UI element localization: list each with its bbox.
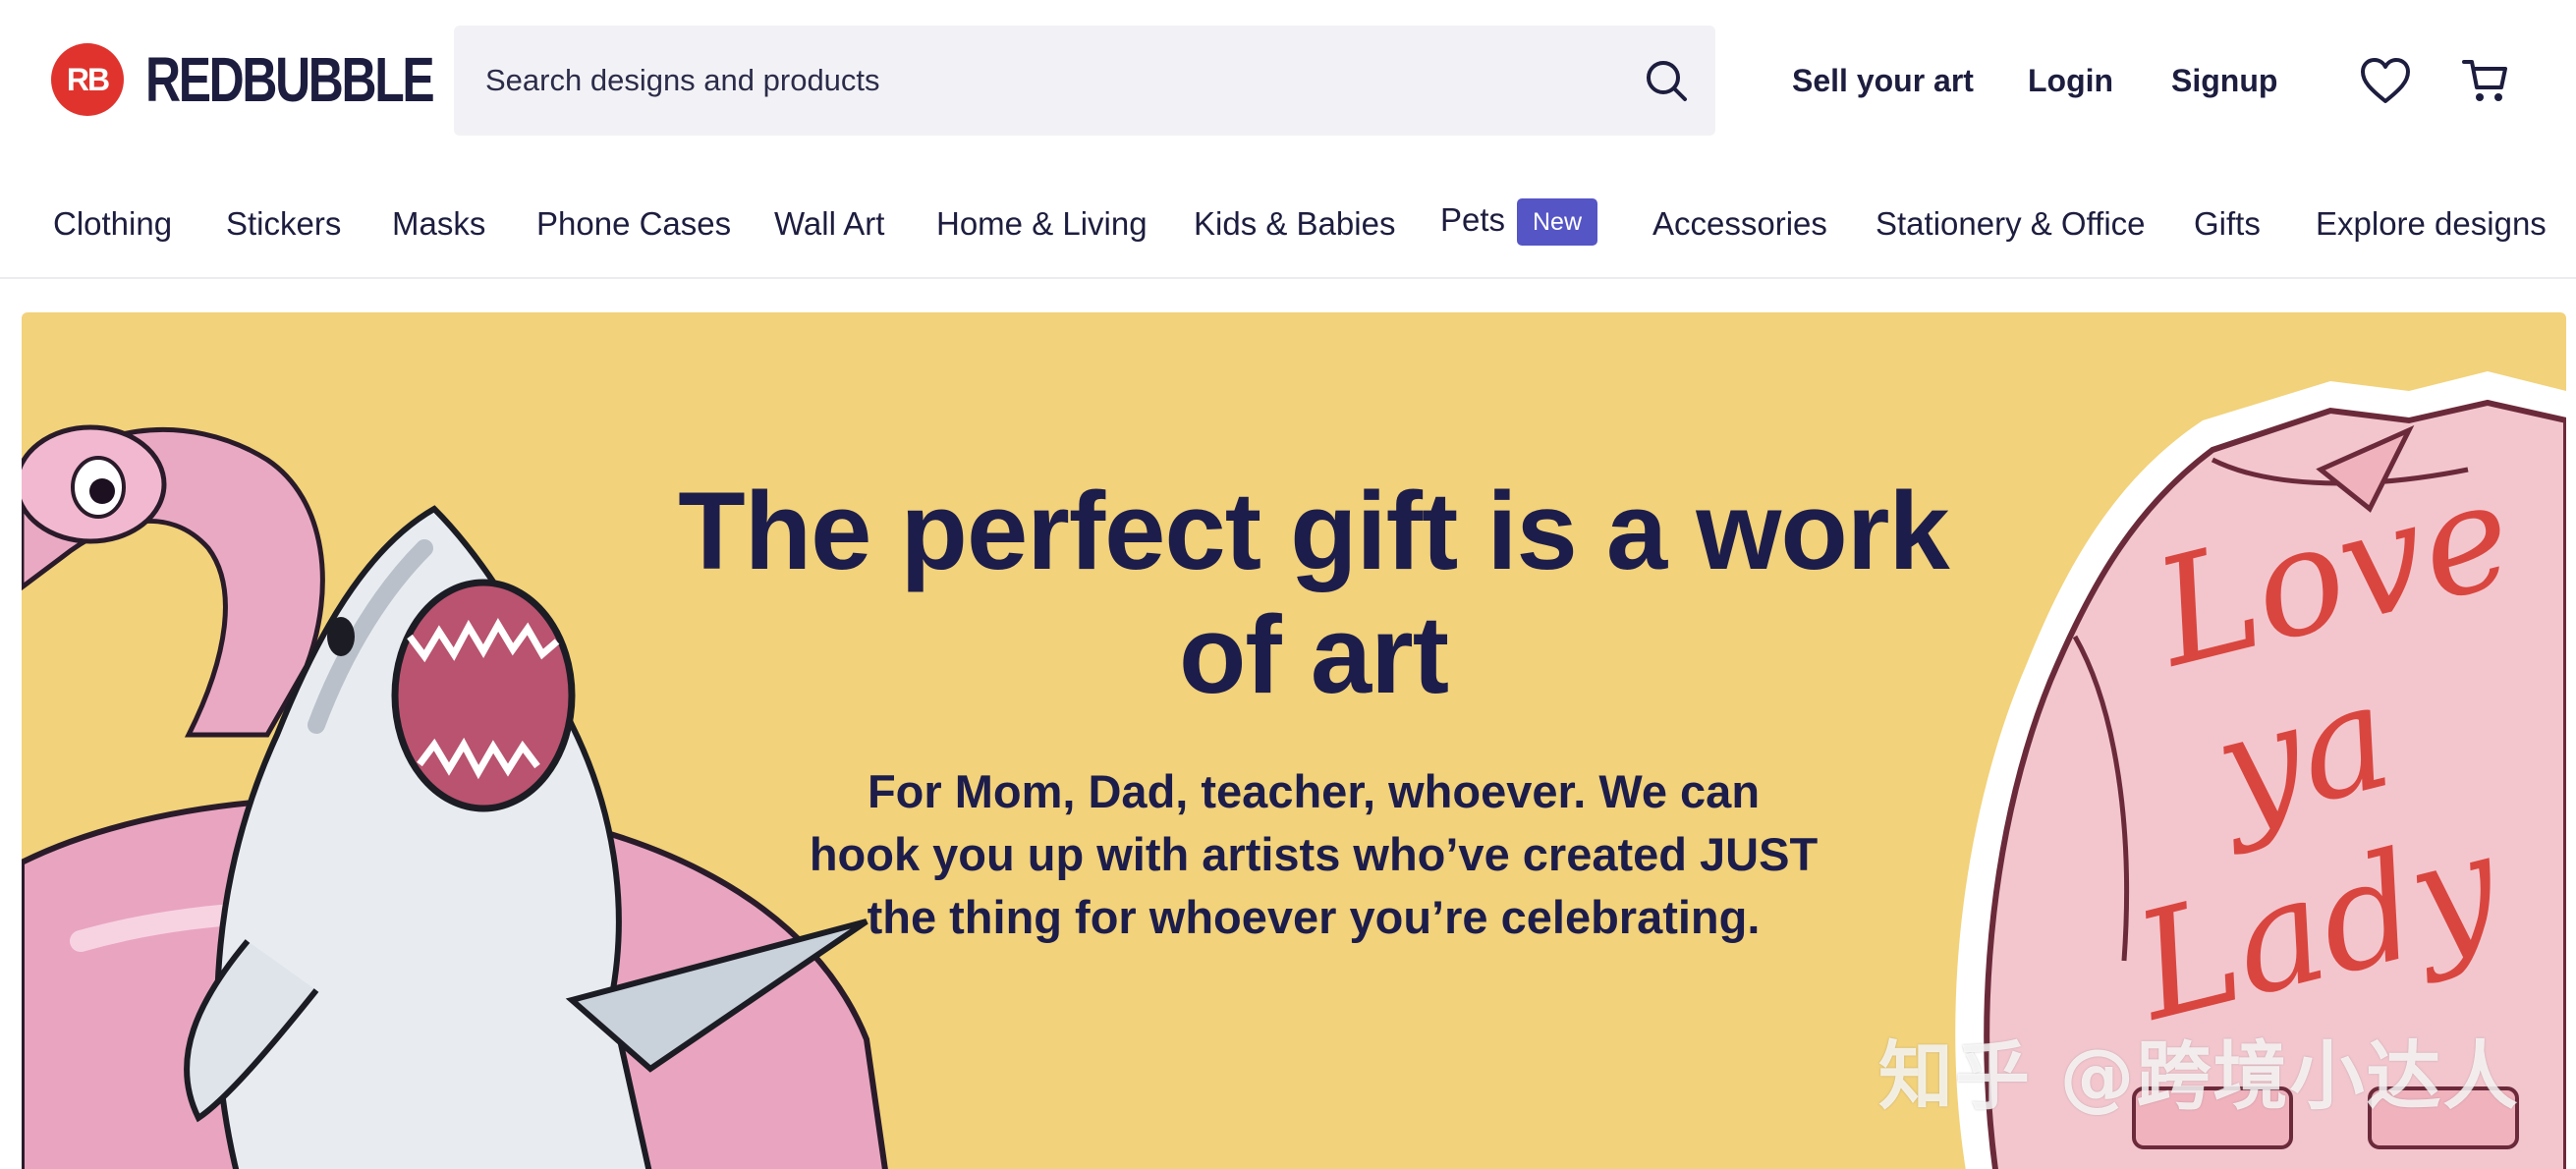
logo-wordmark: REDBUBBLE bbox=[145, 44, 435, 115]
search-input[interactable] bbox=[454, 26, 1617, 136]
search-icon bbox=[1647, 61, 1687, 101]
new-badge: New bbox=[1517, 198, 1597, 246]
cart-button[interactable] bbox=[2456, 51, 2515, 110]
search-bar bbox=[454, 26, 1715, 136]
signup-link[interactable]: Signup bbox=[2171, 59, 2277, 102]
hero-banner[interactable]: Love ya Lady The perfect gift is a work … bbox=[22, 312, 2566, 1169]
hero-subtitle: For Mom, Dad, teacher, whoever. We can h… bbox=[809, 765, 1819, 943]
category-stickers[interactable]: Stickers bbox=[226, 202, 341, 246]
category-gifts[interactable]: Gifts bbox=[2194, 202, 2261, 246]
category-phone-cases[interactable]: Phone Cases bbox=[536, 202, 731, 246]
shark-flamingo-illustration bbox=[22, 424, 888, 1169]
heart-icon bbox=[2361, 58, 2410, 103]
category-explore-designs[interactable]: Explore designs bbox=[2316, 202, 2547, 246]
category-masks[interactable]: Masks bbox=[392, 202, 485, 246]
hero-title: The perfect gift is a work of art bbox=[678, 470, 1949, 716]
category-accessories[interactable]: Accessories bbox=[1652, 202, 1827, 246]
search-button[interactable] bbox=[1617, 26, 1715, 136]
sell-your-art-link[interactable]: Sell your art bbox=[1792, 59, 1974, 102]
category-stationery-office[interactable]: Stationery & Office bbox=[1876, 202, 2146, 246]
favorites-button[interactable] bbox=[2356, 51, 2415, 110]
watermark: 知乎 @跨境小达人 bbox=[1878, 1032, 2520, 1120]
category-nav: Clothing Stickers Masks Phone Cases Wall… bbox=[0, 163, 2576, 279]
site-header: RB REDBUBBLE Sell your art Login Signup bbox=[0, 0, 2576, 163]
category-home-living[interactable]: Home & Living bbox=[936, 202, 1148, 246]
cart-icon bbox=[2462, 60, 2507, 101]
category-wall-art[interactable]: Wall Art bbox=[774, 202, 884, 246]
redbubble-logo[interactable]: RB REDBUBBLE bbox=[51, 43, 514, 116]
category-kids-babies[interactable]: Kids & Babies bbox=[1194, 202, 1395, 246]
category-pets[interactable]: Pets bbox=[1440, 198, 1505, 242]
login-link[interactable]: Login bbox=[2028, 59, 2113, 102]
logo-badge: RB bbox=[51, 43, 124, 116]
category-clothing[interactable]: Clothing bbox=[53, 202, 172, 246]
